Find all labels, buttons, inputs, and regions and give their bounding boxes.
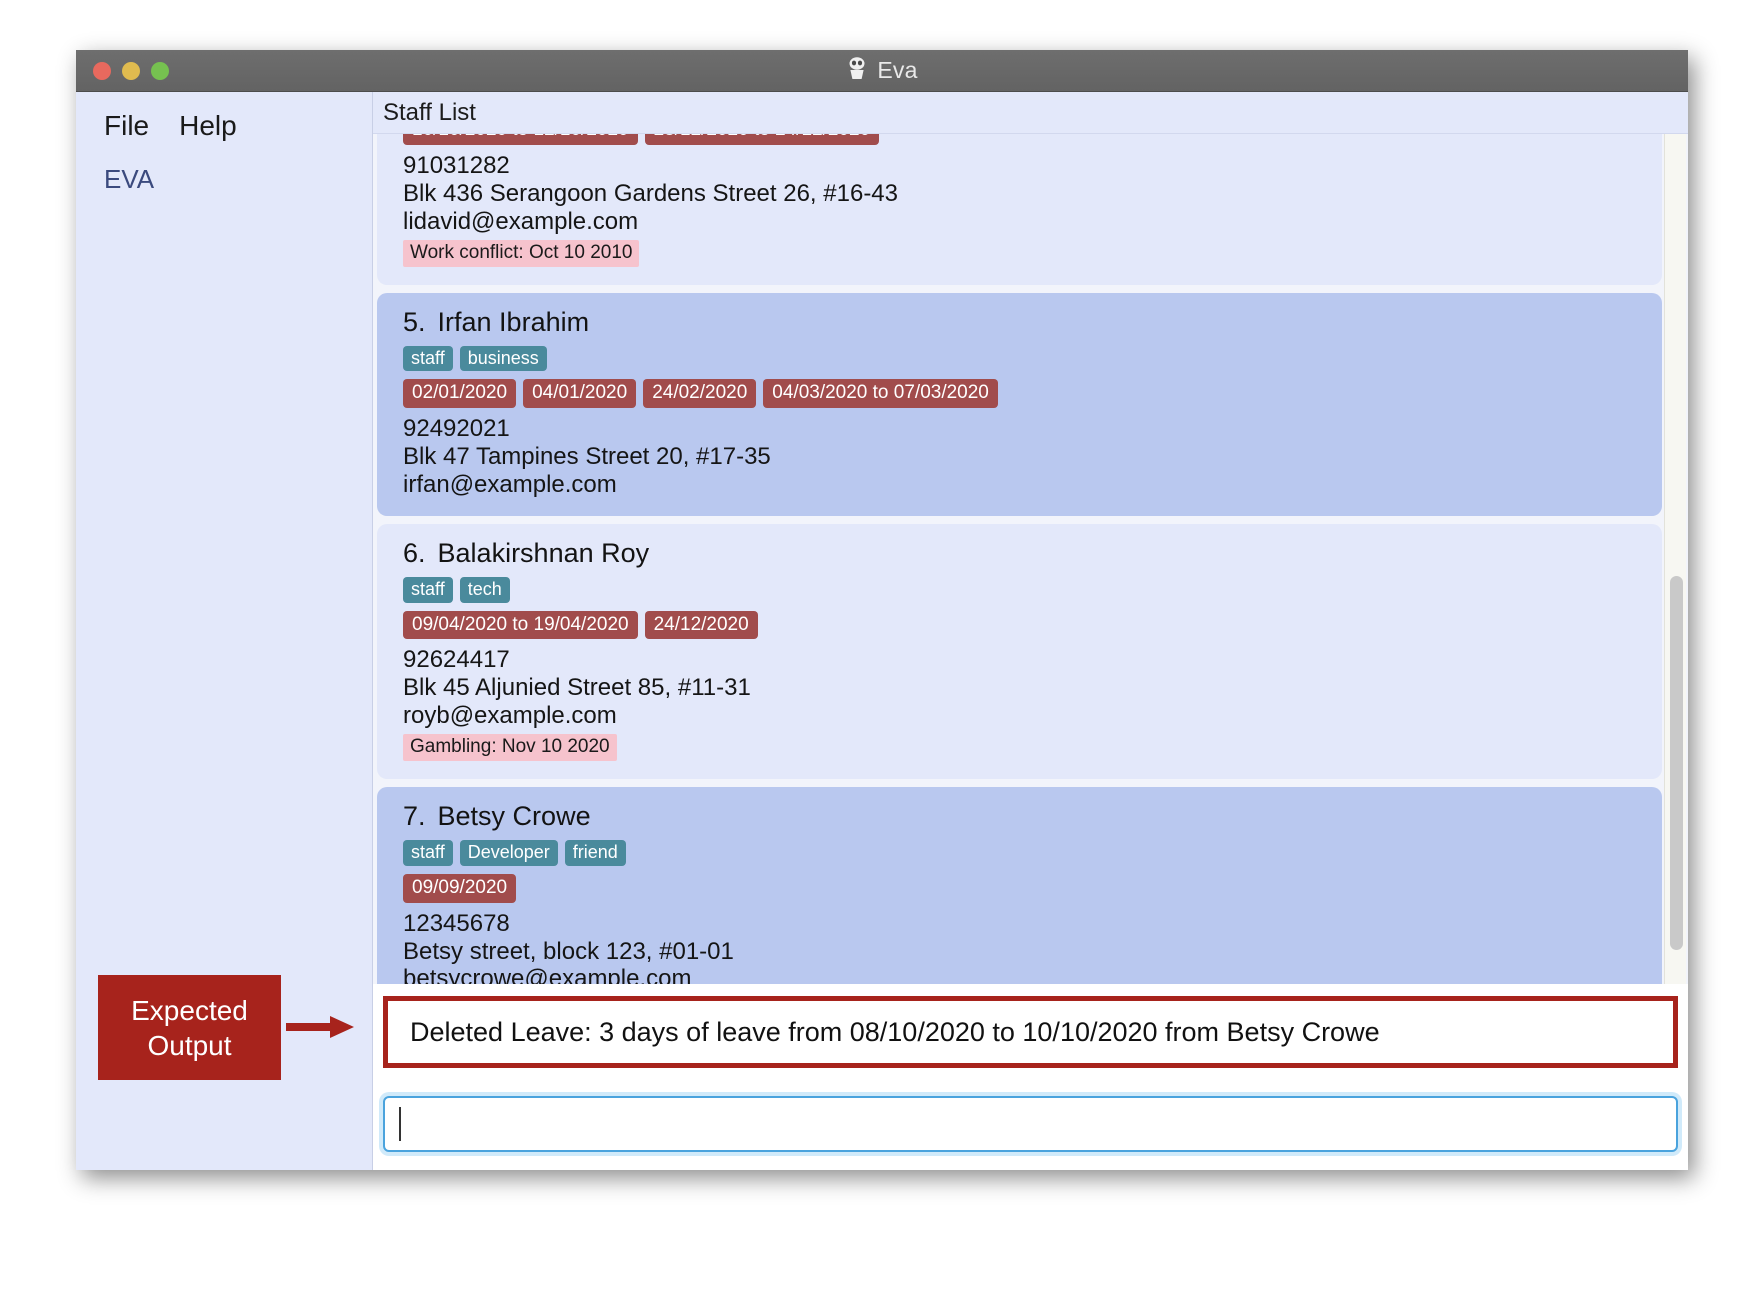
staff-card-title: 6. Balakirshnan Roy bbox=[403, 538, 1644, 569]
staff-address: Blk 45 Aljunied Street 85, #11-31 bbox=[403, 674, 751, 702]
result-area: Deleted Leave: 3 days of leave from 08/1… bbox=[373, 984, 1688, 1080]
tag-row: staff business bbox=[403, 345, 1644, 372]
tag-badge: tech bbox=[459, 576, 510, 603]
staff-note-wrapper: Work conflict: Oct 10 2010 bbox=[403, 235, 1644, 267]
robot-icon bbox=[846, 56, 868, 85]
staff-note-badge: Gambling: Nov 10 2020 bbox=[403, 734, 617, 762]
tag-badge: Developer bbox=[459, 840, 558, 866]
staff-phone: 92624417 bbox=[403, 646, 510, 674]
staff-list: 10/10/2020 to 12/10/2020 23/12/2020 to 24… bbox=[373, 134, 1688, 984]
leave-badge: 24/02/2020 bbox=[643, 379, 757, 409]
result-display-box: Deleted Leave: 3 days of leave from 08/1… bbox=[383, 996, 1678, 1068]
menu-item-file[interactable]: File bbox=[104, 110, 149, 142]
menu-item-help[interactable]: Help bbox=[179, 110, 237, 142]
tag-row: staff Developer friend bbox=[403, 840, 1644, 866]
staff-address: Blk 436 Serangoon Gardens Street 26, #16… bbox=[403, 179, 898, 207]
leave-row: 09/09/2020 bbox=[403, 873, 1644, 903]
window-title: Eva bbox=[877, 57, 918, 83]
menu-bar: File Help bbox=[76, 110, 372, 142]
staff-card[interactable]: 5. Irfan Ibrahim staff business 02/01/2020 04… bbox=[377, 292, 1662, 516]
staff-phone: 91031282 bbox=[403, 151, 510, 179]
staff-name: Balakirshnan Roy bbox=[437, 537, 650, 568]
staff-name: Betsy Crowe bbox=[437, 801, 591, 832]
staff-list-container: 10/10/2020 to 12/10/2020 23/12/2020 to 24… bbox=[373, 134, 1688, 984]
close-button[interactable] bbox=[93, 61, 111, 80]
staff-phone: 12345678 bbox=[403, 909, 510, 937]
staff-note-badge: Work conflict: Oct 10 2010 bbox=[403, 239, 640, 267]
maximize-button[interactable] bbox=[151, 61, 169, 80]
leave-badge: 09/09/2020 bbox=[403, 873, 517, 903]
leave-badge: 24/12/2020 bbox=[644, 610, 758, 640]
staff-address: Betsy street, block 123, #01-01 bbox=[403, 937, 734, 965]
leave-badge: 23/12/2020 to 24/12/2020 bbox=[644, 134, 880, 145]
tag-badge: business bbox=[459, 345, 547, 372]
leave-row: 10/10/2020 to 12/10/2020 23/12/2020 to 24… bbox=[403, 134, 1644, 145]
tag-row: staff tech bbox=[403, 576, 1644, 603]
leave-badge: 10/10/2020 to 12/10/2020 bbox=[403, 134, 638, 145]
staff-note-wrapper: Gambling: Nov 10 2020 bbox=[403, 729, 1644, 762]
leave-badge: 09/04/2020 to 19/04/2020 bbox=[403, 610, 638, 640]
leave-row: 02/01/2020 04/01/2020 24/02/2020 04/03/2020… bbox=[403, 379, 1644, 409]
staff-index: 7. bbox=[403, 801, 426, 832]
command-input[interactable] bbox=[383, 1096, 1678, 1152]
tag-badge: staff bbox=[403, 576, 453, 603]
screenshot-root: Eva File Help EVA Staff List 10/10/2020 … bbox=[0, 0, 1740, 1296]
staff-card-title: 5. Irfan Ibrahim bbox=[403, 307, 1644, 338]
annotation-line-1: Expected bbox=[131, 994, 248, 1026]
app-window: Eva File Help EVA Staff List 10/10/2020 … bbox=[76, 50, 1688, 1170]
panel-title: Staff List bbox=[373, 92, 1688, 134]
result-message: Deleted Leave: 3 days of leave from 08/1… bbox=[410, 1016, 1380, 1047]
staff-email: irfan@example.com bbox=[403, 470, 617, 498]
scrollbar-thumb[interactable] bbox=[1670, 576, 1683, 950]
staff-email: lidavid@example.com bbox=[403, 207, 639, 235]
staff-index: 6. bbox=[403, 537, 426, 568]
tag-badge: staff bbox=[403, 840, 453, 866]
text-caret bbox=[399, 1107, 401, 1141]
right-arrow-icon bbox=[286, 1014, 354, 1040]
staff-card[interactable]: 7. Betsy Crowe staff Developer friend 09/09/2… bbox=[377, 787, 1662, 984]
window-body: File Help EVA Staff List 10/10/2020 to 1… bbox=[76, 92, 1688, 1170]
window-controls[interactable] bbox=[93, 61, 169, 80]
staff-card-title: 7. Betsy Crowe bbox=[403, 801, 1644, 832]
staff-index: 5. bbox=[403, 306, 426, 337]
staff-card[interactable]: 6. Balakirshnan Roy staff tech 09/04/2020 to… bbox=[377, 523, 1662, 780]
staff-address: Blk 47 Tampines Street 20, #17-35 bbox=[403, 443, 771, 470]
leave-badge: 04/03/2020 to 07/03/2020 bbox=[763, 379, 998, 409]
leave-row: 09/04/2020 to 19/04/2020 24/12/2020 bbox=[403, 610, 1644, 640]
window-title-group: Eva bbox=[76, 56, 1688, 85]
staff-email: royb@example.com bbox=[403, 702, 617, 730]
list-scrollbar[interactable] bbox=[1664, 134, 1686, 984]
annotation-line-2: Output bbox=[147, 1029, 232, 1061]
app-brand-label: EVA bbox=[104, 164, 155, 194]
staff-email: betsycrowe@example.com bbox=[403, 965, 692, 984]
tag-badge: staff bbox=[403, 345, 453, 372]
staff-phone: 92492021 bbox=[403, 415, 510, 443]
command-input-area bbox=[373, 1080, 1688, 1170]
staff-card[interactable]: 10/10/2020 to 12/10/2020 23/12/2020 to 24… bbox=[377, 134, 1662, 285]
leave-badge: 04/01/2020 bbox=[523, 379, 637, 409]
annotation-expected-output: Expected Output bbox=[98, 975, 281, 1080]
leave-badge: 02/01/2020 bbox=[403, 379, 517, 409]
tag-badge: friend bbox=[564, 840, 626, 866]
main-pane: Staff List 10/10/2020 to 12/10/2020 23/12… bbox=[373, 92, 1688, 1170]
minimize-button[interactable] bbox=[122, 61, 140, 80]
staff-name: Irfan Ibrahim bbox=[437, 306, 590, 337]
window-titlebar: Eva bbox=[76, 50, 1688, 92]
